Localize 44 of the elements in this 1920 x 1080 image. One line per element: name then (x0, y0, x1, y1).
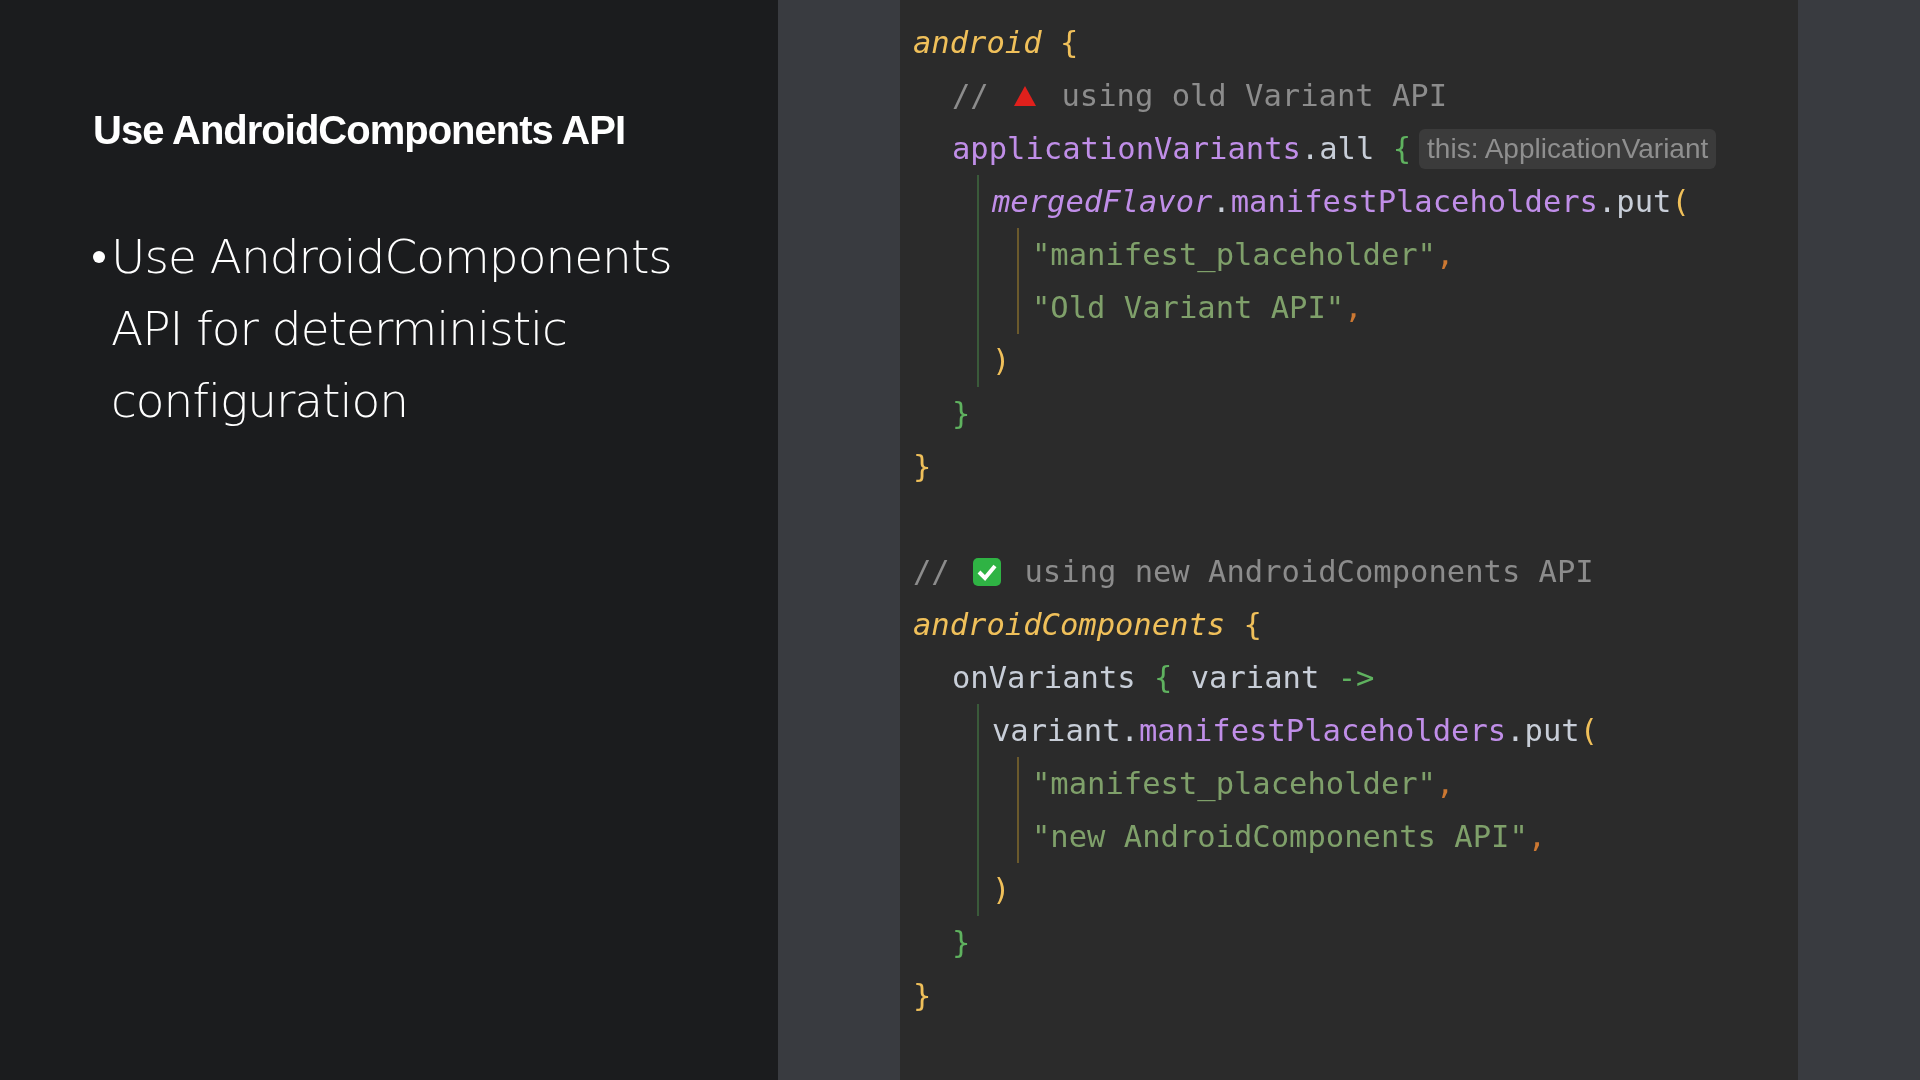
code-token: androidComponents (913, 607, 1226, 642)
code-token: using old Variant API (1060, 78, 1448, 113)
code-token: applicationVariants (952, 131, 1301, 166)
bullet-dot (93, 251, 105, 263)
code-token: ( (1671, 184, 1690, 219)
triangle-icon (1013, 84, 1038, 107)
code-token: mergedFlavor (992, 184, 1213, 219)
slide-title: Use AndroidComponents API (93, 108, 627, 153)
code-token: "manifest_placeholder" (1032, 237, 1436, 272)
code-token: } (952, 925, 971, 960)
code-token: { (1242, 607, 1262, 642)
code-token: variant (1189, 660, 1321, 695)
code-token: // (952, 78, 990, 113)
code-token: // (913, 554, 951, 589)
code-token: manifestPlaceholders (1138, 713, 1507, 748)
code-token: } (913, 978, 932, 1013)
code-token: android (913, 25, 1042, 60)
code-token: ( (1579, 713, 1598, 748)
code-token: , (1527, 819, 1547, 854)
code-token: .put (1598, 184, 1672, 219)
check-icon (972, 556, 1003, 587)
code-token: { (1154, 660, 1173, 695)
code-token: ) (992, 343, 1011, 378)
code-token: "Old Variant API" (1032, 290, 1345, 325)
code-token: .put (1506, 713, 1580, 748)
code-token: . (1212, 184, 1231, 219)
code-token: , (1436, 766, 1455, 801)
code-token: , (1344, 290, 1363, 325)
code-token: manifestPlaceholders (1230, 184, 1598, 219)
code-token: { (1058, 25, 1079, 60)
code-token: -> (1337, 660, 1375, 695)
code-token: } (913, 449, 932, 484)
type-hint: this: ApplicationVariant (1419, 128, 1717, 169)
code-token: "new AndroidComponents API" (1032, 819, 1528, 854)
code-token: .all (1300, 131, 1376, 166)
code-token: onVariants (952, 660, 1137, 695)
code-token: variant. (992, 713, 1139, 748)
code-token: { (1392, 131, 1412, 166)
code-token: using new AndroidComponents API (1023, 554, 1594, 589)
code-token: , (1436, 237, 1455, 272)
bullet-text: Use AndroidComponents API for deterministic configuration (111, 228, 673, 430)
code-token: } (952, 396, 971, 431)
code-token: ) (992, 872, 1011, 907)
code-token: "manifest_placeholder" (1032, 766, 1436, 801)
